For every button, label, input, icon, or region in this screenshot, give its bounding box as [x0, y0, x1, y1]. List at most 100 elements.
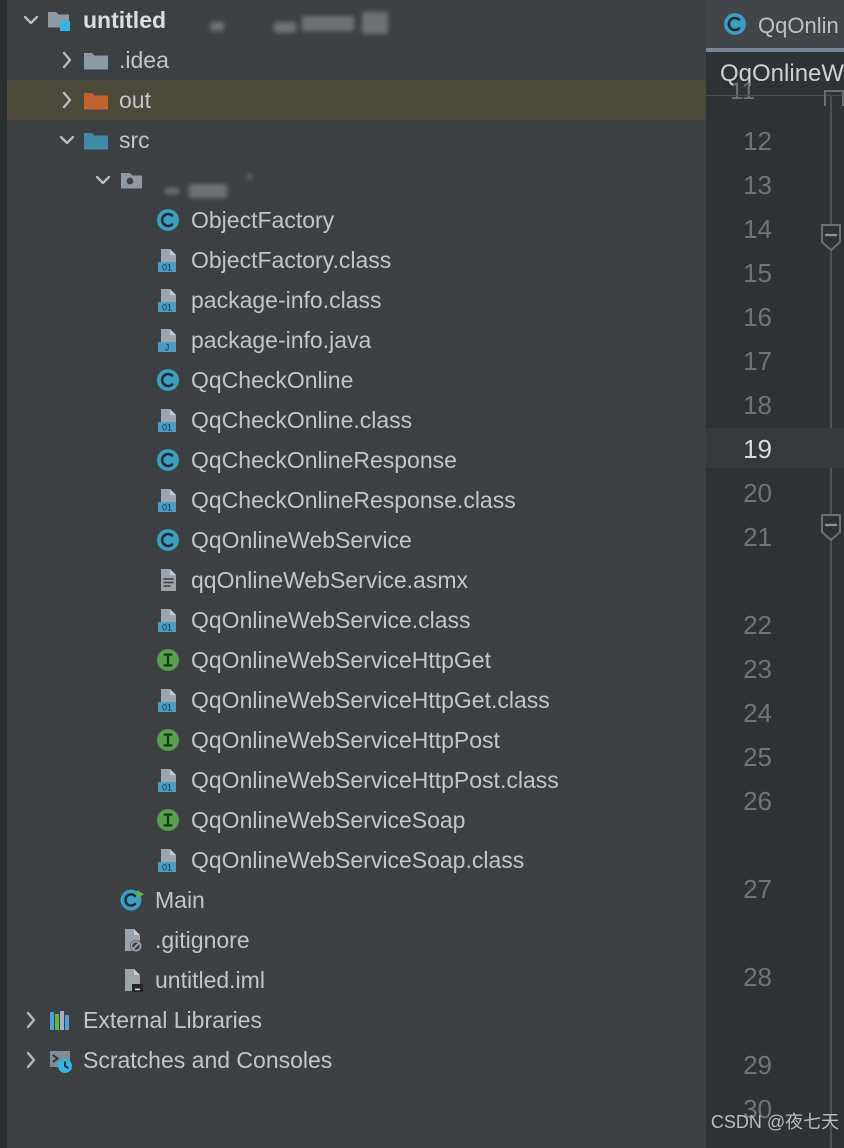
project-tool-window[interactable]: untitled .idea out src ObjectFactory 01 Object… [7, 0, 706, 1148]
tree-row[interactable]: .idea [7, 40, 706, 80]
redacted-block [274, 22, 297, 33]
module-folder-icon [45, 0, 75, 40]
svg-text:01: 01 [162, 622, 172, 632]
java-interface-icon [153, 800, 183, 840]
tree-row[interactable]: Scratches and Consoles [7, 1040, 706, 1080]
line-number[interactable]: 15 [706, 258, 772, 289]
tree-row[interactable]: 01 QqCheckOnline.class [7, 400, 706, 440]
tree-row[interactable]: QqOnlineWebServiceHttpPost [7, 720, 706, 760]
package-icon [117, 160, 147, 200]
tree-row[interactable]: QqOnlineWebServiceHttpGet [7, 640, 706, 680]
line-number[interactable]: 25 [706, 742, 772, 773]
line-number[interactable]: 26 [706, 786, 772, 817]
tree-row[interactable]: untitled.iml [7, 960, 706, 1000]
tree-row[interactable]: QqCheckOnline [7, 360, 706, 400]
scratches-icon [45, 1040, 75, 1080]
tree-row-label: package-info.java [191, 326, 372, 353]
tree-row[interactable]: 01 package-info.class [7, 280, 706, 320]
line-number[interactable]: 29 [706, 1050, 772, 1081]
tree-row[interactable]: Jpackage-info.java [7, 320, 706, 360]
editor-tab-bar[interactable]: QqOnlin [706, 0, 844, 52]
chevron-right-icon[interactable] [53, 40, 81, 80]
chevron-down-icon[interactable] [89, 160, 117, 200]
tool-window-edge-strip [0, 0, 7, 1148]
redacted-text-blocks [155, 160, 395, 200]
tree-row-label: QqOnlineWebServiceHttpPost [191, 726, 500, 753]
svg-text:01: 01 [162, 262, 172, 272]
breadcrumb[interactable]: QqOnlineW [706, 52, 844, 95]
line-number[interactable]: 24 [706, 698, 772, 729]
tree-row[interactable]: 01 QqOnlineWebServiceHttpGet.class [7, 680, 706, 720]
tree-row-label: QqOnlineWebServiceSoap [191, 806, 466, 833]
chevron-right-icon[interactable] [53, 80, 81, 120]
tree-row[interactable]: out [7, 80, 706, 120]
fold-collapse-marker[interactable] [820, 224, 842, 252]
tree-row[interactable]: 01 QqOnlineWebService.class [7, 600, 706, 640]
java-class-icon [722, 11, 748, 42]
line-number[interactable]: 17 [706, 346, 772, 377]
chevron-down-icon[interactable] [17, 0, 45, 40]
line-number-gutter[interactable]: 12 13 14 15 16 17 18 19 20 21 22 23 24 25 26 27 28 29 30 [706, 96, 844, 1148]
line-number[interactable]: 18 [706, 390, 772, 421]
fold-collapse-marker[interactable] [820, 514, 842, 542]
editor-area[interactable]: QqOnlin QqOnlineW 11 12 13 14 15 16 17 18 19 20 2… [706, 0, 844, 1148]
chevron-down-icon[interactable] [53, 120, 81, 160]
line-number[interactable]: 12 [706, 126, 772, 157]
tree-row[interactable]: Main [7, 880, 706, 920]
line-number[interactable]: 21 [706, 522, 772, 553]
tree-row-label: Scratches and Consoles [83, 1046, 333, 1073]
line-number[interactable]: 20 [706, 478, 772, 509]
tree-row-label: Main [155, 886, 205, 913]
tree-row[interactable]: qqOnlineWebService.asmx [7, 560, 706, 600]
tree-row[interactable]: ObjectFactory [7, 200, 706, 240]
tree-row[interactable] [7, 160, 706, 200]
tree-row[interactable]: QqOnlineWebServiceSoap [7, 800, 706, 840]
line-number[interactable]: 16 [706, 302, 772, 333]
class-file-icon: 01 [153, 240, 183, 280]
tree-row-label: QqOnlineWebServiceSoap.class [191, 846, 525, 873]
project-tree[interactable]: untitled .idea out src ObjectFactory 01 Object… [7, 0, 706, 1080]
line-number[interactable]: 23 [706, 654, 772, 685]
line-number[interactable]: 27 [706, 874, 772, 905]
class-file-icon: 01 [153, 840, 183, 880]
tree-row[interactable]: .gitignore [7, 920, 706, 960]
redacted-block [247, 174, 252, 179]
chevron-right-icon[interactable] [17, 1040, 45, 1080]
folder-orange-icon [81, 80, 111, 120]
tree-row-label: .idea [119, 46, 169, 73]
svg-text:01: 01 [162, 702, 172, 712]
class-file-icon: 01 [153, 280, 183, 320]
java-class-icon [153, 520, 183, 560]
folder-grey-icon [81, 40, 111, 80]
class-file-icon: 01 [153, 760, 183, 800]
tree-row-label: QqOnlineWebServiceHttpGet [191, 646, 491, 673]
svg-text:01: 01 [162, 782, 172, 792]
tree-row[interactable]: 01 QqOnlineWebServiceHttpPost.class [7, 760, 706, 800]
tree-row-label: QqCheckOnline.class [191, 406, 413, 433]
ignored-file-icon [117, 920, 147, 960]
redacted-block [302, 16, 355, 31]
editor-tab-qqonlinewebservice[interactable]: QqOnlin [706, 0, 844, 52]
tree-row[interactable]: 01 ObjectFactory.class [7, 240, 706, 280]
tree-row[interactable]: QqCheckOnlineResponse [7, 440, 706, 480]
line-number[interactable]: 19 [706, 434, 772, 465]
java-class-icon [153, 200, 183, 240]
line-number[interactable]: 22 [706, 610, 772, 641]
chevron-right-icon[interactable] [17, 1000, 45, 1040]
svg-text:01: 01 [162, 862, 172, 872]
svg-text:01: 01 [162, 302, 172, 312]
tree-row[interactable]: 01 QqOnlineWebServiceSoap.class [7, 840, 706, 880]
tree-row-label: External Libraries [83, 1006, 262, 1033]
tree-row[interactable]: src [7, 120, 706, 160]
tree-row-label: src [119, 126, 150, 153]
line-number[interactable]: 13 [706, 170, 772, 201]
tree-row[interactable]: untitled [7, 0, 706, 40]
tree-row[interactable]: 01 QqCheckOnlineResponse.class [7, 480, 706, 520]
line-number[interactable]: 14 [706, 214, 772, 245]
java-class-icon [153, 440, 183, 480]
tree-row-label: ObjectFactory [191, 206, 335, 233]
java-interface-icon [153, 720, 183, 760]
tree-row[interactable]: QqOnlineWebService [7, 520, 706, 560]
tree-row[interactable]: External Libraries [7, 1000, 706, 1040]
line-number[interactable]: 28 [706, 962, 772, 993]
